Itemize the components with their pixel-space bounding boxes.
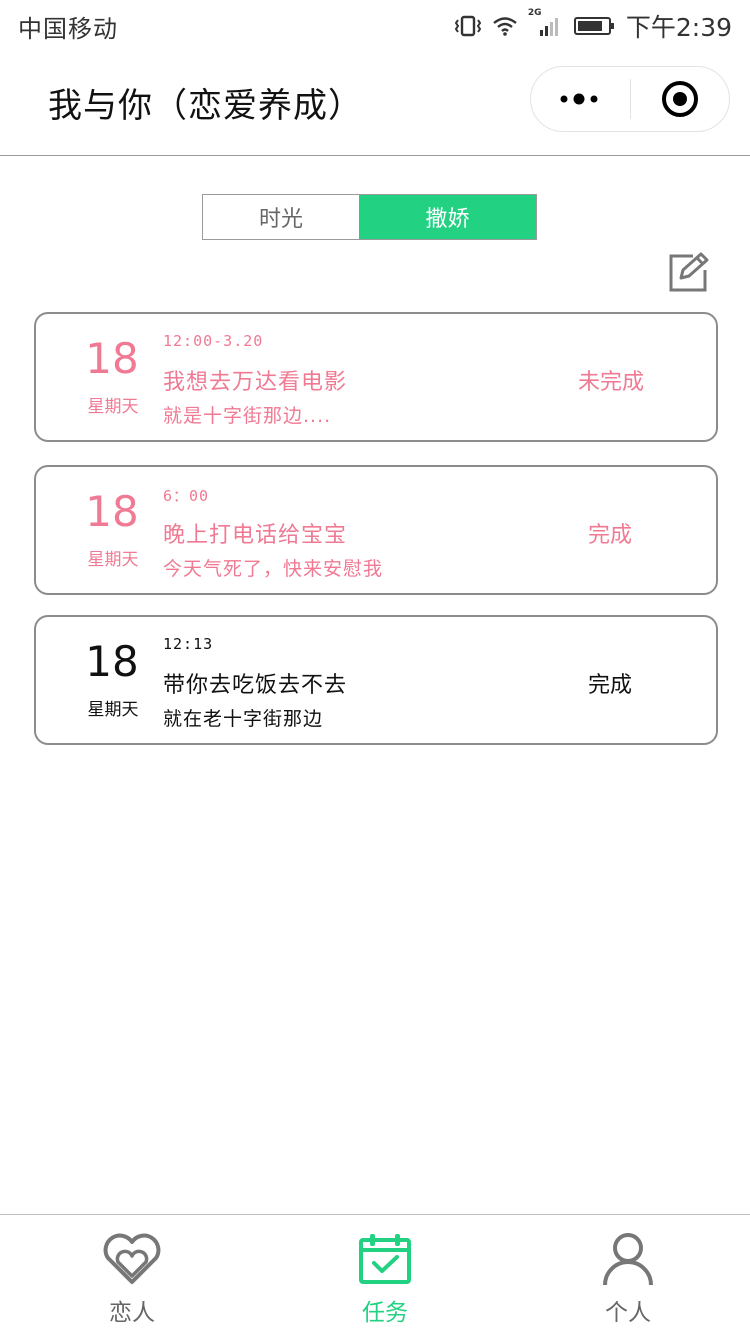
task-description: 就在老十字街那边 [163, 708, 324, 730]
bottom-tab-bar: 恋人 任务 个人 [0, 1214, 750, 1334]
tab-sajiao[interactable]: 撒娇 [359, 195, 536, 239]
task-title: 带你去吃饭去不去 [163, 673, 348, 698]
vibrate-icon [454, 14, 482, 38]
signal-icon: 2G [528, 8, 564, 38]
tab-task[interactable]: 任务 [305, 1215, 465, 1335]
tab-task-label: 任务 [362, 1300, 408, 1326]
tab-profile[interactable]: 个人 [548, 1215, 708, 1335]
battery-icon [573, 15, 616, 37]
status-icons: 2G 下午2:39 [454, 8, 732, 44]
carrier-label: 中国移动 [18, 14, 118, 43]
heart-icon [100, 1229, 164, 1289]
calendar-check-icon [353, 1229, 417, 1289]
nav-bar: 我与你（恋爱养成） [0, 52, 750, 156]
close-button[interactable] [630, 66, 729, 132]
wifi-icon [492, 15, 518, 37]
task-status[interactable]: 完成 [588, 667, 632, 699]
segment-control: 时光 撒娇 [202, 194, 537, 240]
clock-label: 下午2:39 [625, 13, 732, 42]
page-title: 我与你（恋爱养成） [48, 86, 363, 126]
task-weekday: 星期天 [87, 550, 139, 570]
task-weekday: 星期天 [87, 397, 139, 417]
task-description: 就是十字街那边.... [163, 405, 332, 427]
status-bar: 中国移动 2G 下午2:39 [0, 0, 750, 52]
more-dots-icon [560, 93, 598, 105]
edit-button[interactable] [666, 250, 712, 296]
target-close-icon [661, 81, 698, 117]
task-time: 12:00-3.20 [163, 332, 264, 350]
task-day: 18 [85, 334, 139, 383]
task-time: 12:13 [163, 635, 214, 653]
task-status[interactable]: 完成 [588, 517, 632, 549]
task-day: 18 [85, 637, 139, 686]
task-status[interactable]: 未完成 [578, 364, 644, 396]
tab-lover-label: 恋人 [109, 1300, 155, 1326]
edit-icon [669, 252, 709, 292]
task-time: 6：00 [163, 487, 210, 505]
task-title: 晚上打电话给宝宝 [163, 523, 348, 548]
task-card[interactable]: 18 星期天 6：00 晚上打电话给宝宝 今天气死了，快来安慰我 完成 [34, 465, 718, 595]
task-title: 我想去万达看电影 [163, 370, 348, 395]
miniprogram-capsule [530, 66, 730, 132]
tab-profile-label: 个人 [605, 1300, 651, 1326]
task-description: 今天气死了，快来安慰我 [163, 558, 384, 580]
network-type-label: 2G [527, 8, 542, 18]
user-icon [596, 1229, 660, 1289]
task-day: 18 [85, 487, 139, 536]
more-button[interactable] [531, 66, 630, 132]
tab-lover[interactable]: 恋人 [52, 1215, 212, 1335]
tab-time[interactable]: 时光 [203, 195, 359, 239]
task-card[interactable]: 18 星期天 12:13 带你去吃饭去不去 就在老十字街那边 完成 [34, 615, 718, 745]
task-card[interactable]: 18 星期天 12:00-3.20 我想去万达看电影 就是十字街那边.... 未… [34, 312, 718, 442]
task-weekday: 星期天 [87, 700, 139, 720]
